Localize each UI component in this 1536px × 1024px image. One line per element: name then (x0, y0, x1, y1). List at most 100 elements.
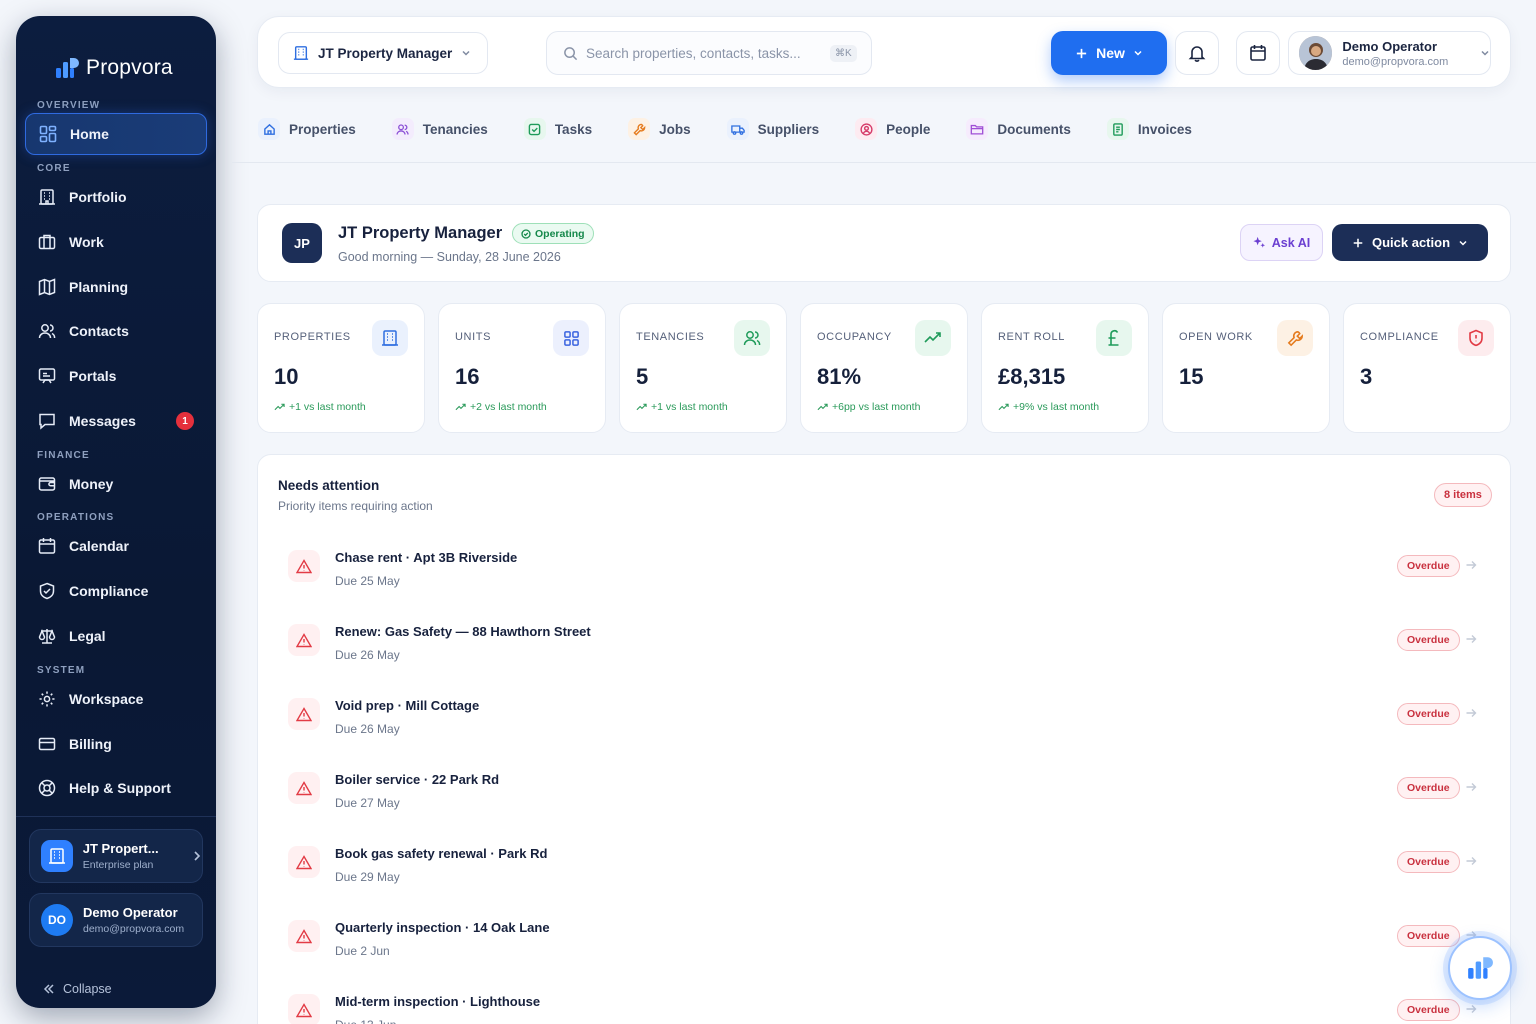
kpi-trend: +9% vs last month (998, 401, 1099, 413)
section-label-system: SYSTEM (37, 665, 86, 676)
chevron-right-icon (192, 850, 202, 862)
kpi-card-occupancy[interactable]: OCCUPANCY 81% +6pp vs last month (800, 303, 968, 433)
sidebar-item-work[interactable]: Work (25, 221, 207, 263)
kpi-card-open-work[interactable]: OPEN WORK 15 (1162, 303, 1330, 433)
ask-ai-label: Ask AI (1271, 235, 1311, 250)
tab-tasks[interactable]: Tasks (523, 118, 592, 140)
new-button[interactable]: New (1051, 31, 1167, 75)
attention-item[interactable]: Boiler service · 22 Park Rd Due 27 May Ove… (288, 767, 1488, 827)
sidebar-item-calendar[interactable]: Calendar (25, 525, 207, 567)
tabs-divider (232, 162, 1536, 163)
trending-up-icon (998, 403, 1009, 411)
kpi-value: 5 (636, 364, 649, 389)
tab-properties[interactable]: Properties (258, 118, 356, 140)
quick-action-button[interactable]: Quick action (1332, 224, 1488, 261)
sidebar-item-label: Work (69, 234, 104, 250)
user-name: Demo Operator (83, 905, 178, 920)
plus-icon (1352, 237, 1364, 249)
org-selector[interactable]: JT Property Manager (278, 32, 488, 74)
company-avatar: JP (282, 223, 322, 263)
items-count-badge: 8 items (1434, 483, 1492, 507)
assistant-fab[interactable] (1448, 936, 1512, 1000)
chevron-down-icon (461, 48, 471, 58)
kpi-card-properties[interactable]: PROPERTIES 10 +1 vs last month (257, 303, 425, 433)
search-icon (563, 46, 578, 61)
bell-icon (1188, 44, 1206, 62)
arrow-right-icon[interactable] (1465, 781, 1477, 793)
building-icon (41, 840, 73, 872)
attention-item[interactable]: Renew: Gas Safety — 88 Hawthorn Street Du… (288, 619, 1488, 679)
section-label-operations: OPERATIONS (37, 512, 115, 523)
user-profile-card[interactable]: DO Demo Operator demo@propvora.com (29, 893, 203, 947)
brand-name: Propvora (86, 56, 173, 79)
sidebar-item-help[interactable]: Help & Support (25, 767, 207, 809)
sidebar-item-workspace[interactable]: Workspace (25, 678, 207, 720)
arrow-right-icon[interactable] (1465, 707, 1477, 719)
org-selector-label: JT Property Manager (318, 45, 453, 61)
user-menu[interactable]: Demo Operator demo@propvora.com (1288, 31, 1491, 75)
kpi-card-compliance[interactable]: COMPLIANCE 3 (1343, 303, 1511, 433)
org-switcher[interactable]: JT Propert... Enterprise plan (29, 829, 203, 883)
arrow-right-icon[interactable] (1465, 559, 1477, 571)
attention-item[interactable]: Void prep · Mill Cottage Due 26 May Overdu… (288, 693, 1488, 753)
building-icon (37, 187, 57, 207)
attention-item-title: Void prep · Mill Cottage (335, 698, 480, 713)
tab-invoices[interactable]: Invoices (1106, 118, 1192, 140)
search-box[interactable]: ⌘K (546, 31, 872, 75)
attention-item[interactable]: Book gas safety renewal · Park Rd Due 29 … (288, 841, 1488, 901)
sidebar-item-compliance[interactable]: Compliance (25, 570, 207, 612)
sidebar-item-label: Money (69, 476, 114, 492)
sidebar: Propvora OVERVIEW Home CORE Portfolio Wo… (16, 16, 216, 1008)
kpi-card-units[interactable]: UNITS 16 +2 vs last month (438, 303, 606, 433)
status-label: Operating (535, 227, 585, 240)
sidebar-item-portfolio[interactable]: Portfolio (25, 176, 207, 218)
kpi-trend: +6pp vs last month (817, 401, 920, 413)
kpi-trend-label: +1 vs last month (651, 401, 728, 413)
arrow-right-icon[interactable] (1465, 633, 1477, 645)
sidebar-item-portals[interactable]: Portals (25, 355, 207, 397)
tab-suppliers[interactable]: Suppliers (726, 118, 819, 140)
sidebar-item-planning[interactable]: Planning (25, 266, 207, 308)
tab-label: Properties (289, 121, 356, 137)
sidebar-item-money[interactable]: Money (25, 463, 207, 505)
tab-label: Invoices (1137, 121, 1192, 137)
sidebar-item-messages[interactable]: Messages 1 (25, 400, 207, 442)
kpi-value: 16 (455, 364, 480, 389)
credit-card-icon (37, 734, 57, 754)
tab-tenancies[interactable]: Tenancies (391, 118, 488, 140)
shield-alert-icon (1458, 320, 1494, 356)
tab-documents[interactable]: Documents (966, 118, 1071, 140)
collapse-sidebar-button[interactable]: Collapse (43, 982, 112, 996)
notifications-button[interactable] (1175, 31, 1219, 75)
attention-item-due: Due 26 May (335, 722, 400, 736)
sidebar-item-contacts[interactable]: Contacts (25, 310, 207, 352)
needs-attention-panel: Needs attention Priority items requiring… (257, 454, 1511, 1024)
arrow-right-icon[interactable] (1465, 1003, 1477, 1015)
calendar-button[interactable] (1236, 31, 1280, 75)
sidebar-item-home[interactable]: Home (25, 113, 207, 155)
arrow-right-icon[interactable] (1465, 855, 1477, 867)
attention-item[interactable]: Mid-term inspection · Lighthouse Due 13 J… (288, 989, 1488, 1024)
ask-ai-button[interactable]: Ask AI (1240, 224, 1323, 261)
alert-triangle-icon (288, 994, 320, 1024)
sidebar-item-billing[interactable]: Billing (25, 723, 207, 765)
search-input[interactable] (586, 45, 822, 61)
alert-triangle-icon (288, 698, 320, 730)
attention-item[interactable]: Chase rent · Apt 3B Riverside Due 25 May O… (288, 545, 1488, 605)
attention-item[interactable]: Quarterly inspection · 14 Oak Lane Due 2 … (288, 915, 1488, 975)
sidebar-item-label: Messages (69, 413, 136, 429)
tab-people[interactable]: People (855, 118, 930, 140)
chevron-down-icon (1133, 48, 1143, 58)
kpi-card-rent-roll[interactable]: RENT ROLL £8,315 +9% vs last month (981, 303, 1149, 433)
scale-icon (37, 626, 57, 646)
invoice-icon (1106, 118, 1129, 140)
brand[interactable]: Propvora (54, 56, 173, 80)
top-bar: JT Property Manager ⌘K New (257, 16, 1511, 88)
kpi-trend-label: +6pp vs last month (832, 401, 921, 413)
tab-jobs[interactable]: Jobs (628, 118, 691, 140)
overdue-badge: Overdue (1397, 777, 1460, 799)
message-icon (37, 411, 57, 431)
attention-item-title: Renew: Gas Safety — 88 Hawthorn Street (335, 624, 591, 639)
kpi-card-tenancies[interactable]: TENANCIES 5 +1 vs last month (619, 303, 787, 433)
sidebar-item-legal[interactable]: Legal (25, 615, 207, 657)
